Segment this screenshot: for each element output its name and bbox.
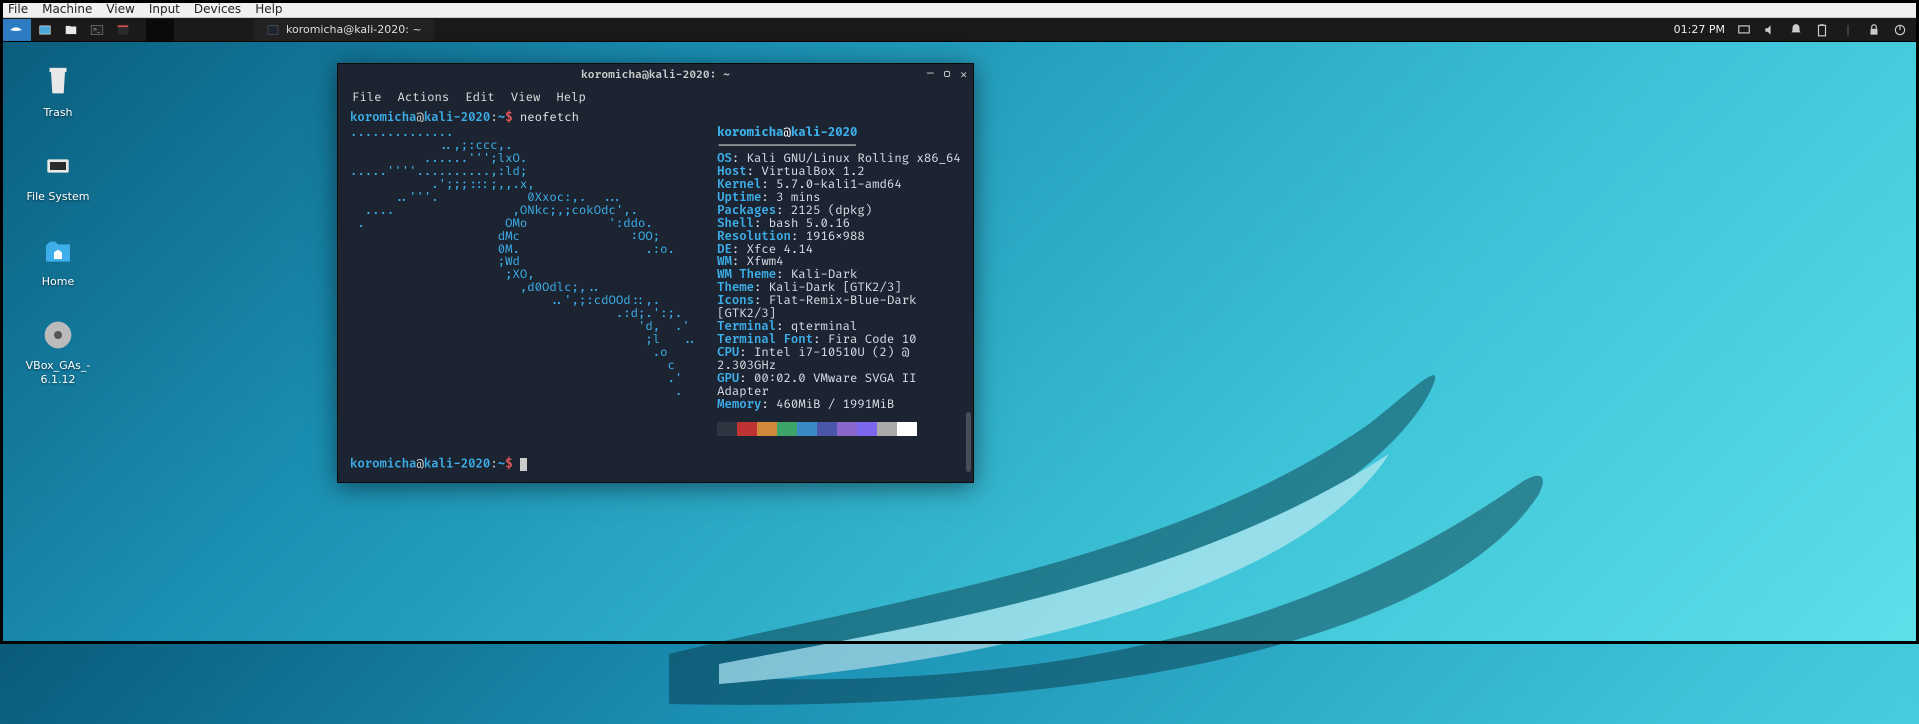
term-menu-view[interactable]: View: [511, 90, 541, 105]
term-menu-help[interactable]: Help: [556, 90, 586, 105]
taskbar-item-terminal[interactable]: koromicha@kali-2020: ~: [254, 19, 434, 41]
kali-top-panel: >_ koromicha@kali-2020: ~ 01:27 PM |: [0, 18, 1919, 42]
prompt-line-2: koromicha@kali-2020:~$: [350, 458, 961, 472]
color-swatch: [717, 422, 737, 436]
panel-clock[interactable]: 01:27 PM: [1674, 23, 1725, 36]
neofetch-row: CPU: Intel i7-10510U (2) @ 2.303GHz: [717, 347, 961, 373]
vbox-menu-view[interactable]: View: [106, 2, 134, 16]
file-manager-icon[interactable]: [59, 20, 83, 40]
term-menu-file[interactable]: File: [352, 90, 382, 105]
kali-menu-icon[interactable]: [1, 19, 31, 41]
terminal-titlebar[interactable]: koromicha@kali-2020: ~ ─ ▢ ✕: [338, 64, 973, 86]
svg-text:>_: >_: [93, 27, 100, 33]
desktop-icon-vbox-gas[interactable]: VBox_GAs_- 6.1.12: [20, 317, 96, 388]
virtualbox-menu-bar: File Machine View Input Devices Help: [0, 0, 1919, 18]
neofetch-color-palette: [717, 422, 961, 436]
home-folder-icon: [38, 233, 78, 269]
separator: |: [1841, 23, 1855, 37]
desktop-icons-column: Trash File System Home VBox_GAs_- 6.1.12: [20, 64, 96, 387]
disc-icon: [38, 317, 78, 353]
color-swatch: [737, 422, 757, 436]
vbox-menu-machine[interactable]: Machine: [42, 2, 92, 16]
terminal-launcher-icon[interactable]: >_: [85, 20, 109, 40]
desktop-area[interactable]: farunix & TUTORIALS Trash File System Ho…: [0, 42, 1919, 644]
color-swatch: [817, 422, 837, 436]
close-button[interactable]: ✕: [960, 68, 967, 82]
color-swatch: [857, 422, 877, 436]
color-swatch: [897, 422, 917, 436]
neofetch-info: koromicha@kali-2020 ------------------- …: [717, 127, 961, 436]
neofetch-row: GPU: 00:02.0 VMware SVGA II Adapter: [717, 373, 961, 399]
vbox-menu-help[interactable]: Help: [255, 2, 282, 16]
desktop-icon-home[interactable]: Home: [20, 233, 96, 289]
term-menu-edit[interactable]: Edit: [465, 90, 495, 105]
color-swatch: [837, 422, 857, 436]
terminal-window[interactable]: koromicha@kali-2020: ~ ─ ▢ ✕ File Action…: [337, 63, 974, 483]
minimize-button[interactable]: ─: [927, 68, 934, 82]
terminal-body[interactable]: koromicha@kali-2020:~$ neofetch ........…: [338, 108, 973, 482]
term-menu-actions[interactable]: Actions: [398, 90, 450, 105]
vbox-menu-input[interactable]: Input: [149, 2, 180, 16]
notification-icon[interactable]: [1789, 23, 1803, 37]
desktop-icon-filesystem[interactable]: File System: [20, 148, 96, 204]
prompt-line-1: koromicha@kali-2020:~$ neofetch: [350, 112, 961, 125]
power-icon[interactable]: [1893, 23, 1907, 37]
color-swatch: [777, 422, 797, 436]
neofetch-row: Icons: Flat-Remix-Blue-Dark [GTK2/3]: [717, 295, 961, 321]
neofetch-output: .............. ..,;:ccc,. ......''';lxO.…: [350, 127, 961, 436]
workspace-switcher[interactable]: [146, 19, 174, 41]
drive-icon: [38, 148, 78, 184]
terminal-title: koromicha@kali-2020: ~: [338, 69, 973, 82]
terminal-menubar: File Actions Edit View Help: [338, 86, 973, 108]
taskbar-item-label: koromicha@kali-2020: ~: [286, 23, 422, 36]
terminal-scrollbar[interactable]: [966, 412, 971, 472]
show-desktop-icon[interactable]: [33, 20, 57, 40]
vbox-menu-devices[interactable]: Devices: [194, 2, 241, 16]
vbox-menu-file[interactable]: File: [8, 2, 28, 16]
color-swatch: [877, 422, 897, 436]
battery-icon[interactable]: [1815, 23, 1829, 37]
volume-icon[interactable]: [1763, 23, 1777, 37]
neofetch-row: Memory: 460MiB / 1991MiB: [717, 399, 961, 412]
color-swatch: [757, 422, 777, 436]
lock-icon[interactable]: [1867, 23, 1881, 37]
desktop-icon-trash[interactable]: Trash: [20, 64, 96, 120]
neofetch-ascii-art: .............. ..,;:ccc,. ......''';lxO.…: [350, 127, 697, 436]
trash-icon: [38, 64, 78, 100]
display-icon[interactable]: [1737, 23, 1751, 37]
browser-launcher-icon[interactable]: [111, 20, 135, 40]
maximize-button[interactable]: ▢: [944, 68, 951, 82]
color-swatch: [797, 422, 817, 436]
